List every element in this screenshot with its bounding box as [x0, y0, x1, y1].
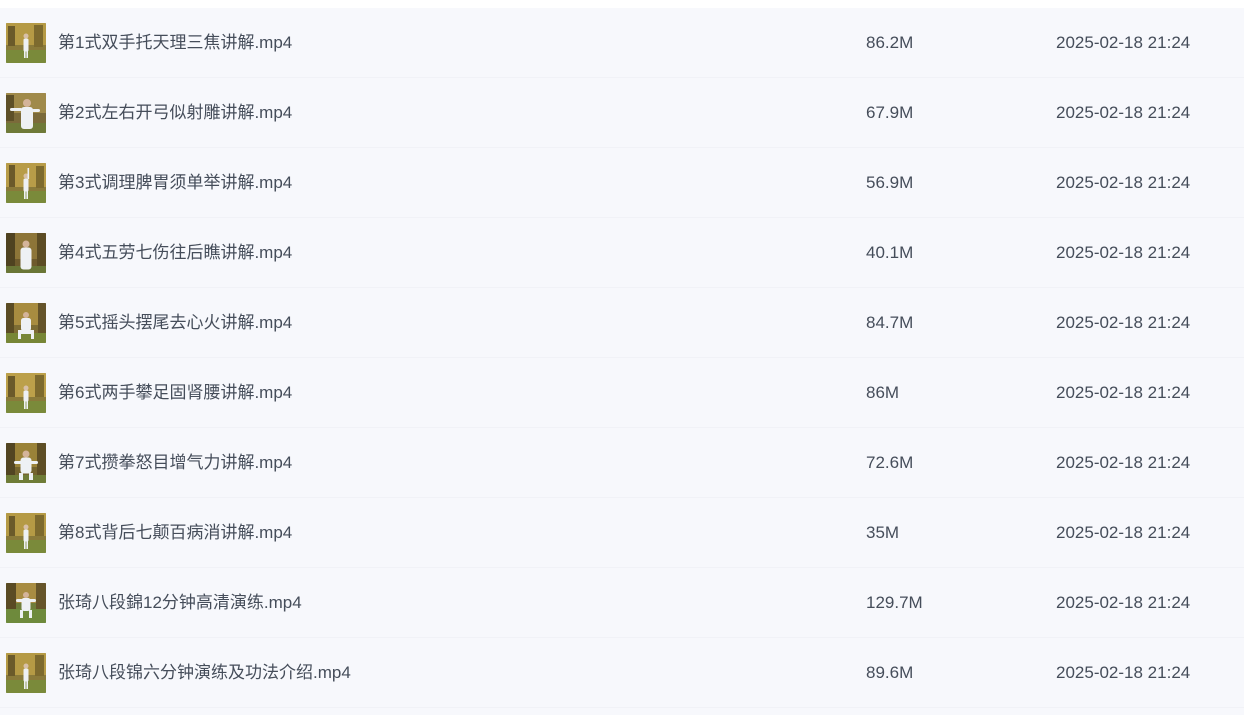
file-list: 第1式双手托天理三焦讲解.mp4 86.2M 2025-02-18 21:24 … — [0, 8, 1244, 715]
video-thumbnail-icon — [6, 443, 46, 483]
file-row[interactable]: 第2式左右开弓似射雕讲解.mp4 67.9M 2025-02-18 21:24 — [0, 78, 1244, 148]
file-name[interactable]: 第5式摇头摆尾去心火讲解.mp4 — [58, 288, 292, 358]
file-name[interactable]: 第7式攒拳怒目增气力讲解.mp4 — [58, 428, 292, 498]
file-size: 40.1M — [866, 243, 914, 262]
file-date: 2025-02-18 21:24 — [1056, 243, 1191, 262]
file-date: 2025-02-18 21:24 — [1056, 33, 1191, 52]
file-size: 84.7M — [866, 313, 914, 332]
file-row[interactable]: 第1式双手托天理三焦讲解.mp4 86.2M 2025-02-18 21:24 — [0, 8, 1244, 78]
file-name[interactable]: 张琦八段錦12分钟高清演练.mp4 — [58, 568, 302, 638]
file-name[interactable]: 第1式双手托天理三焦讲解.mp4 — [58, 8, 292, 78]
video-thumbnail-icon — [6, 653, 46, 693]
file-row[interactable]: 张琦八段錦12分钟高清演练.mp4 129.7M 2025-02-18 21:2… — [0, 568, 1244, 638]
file-row[interactable]: 第8式背后七颠百病消讲解.mp4 35M 2025-02-18 21:24 — [0, 498, 1244, 568]
file-row[interactable]: 第5式摇头摆尾去心火讲解.mp4 84.7M 2025-02-18 21:24 — [0, 288, 1244, 358]
file-row[interactable]: 第4式五劳七伤往后瞧讲解.mp4 40.1M 2025-02-18 21:24 — [0, 218, 1244, 288]
file-name[interactable]: 第4式五劳七伤往后瞧讲解.mp4 — [58, 218, 292, 288]
video-thumbnail-icon — [6, 513, 46, 553]
file-size: 86M — [866, 383, 900, 402]
file-name[interactable]: 第2式左右开弓似射雕讲解.mp4 — [58, 78, 292, 148]
video-thumbnail-icon — [6, 23, 46, 63]
file-date: 2025-02-18 21:24 — [1056, 173, 1191, 192]
file-name[interactable]: 第3式调理脾胃须单举讲解.mp4 — [58, 148, 292, 218]
file-size: 72.6M — [866, 453, 914, 472]
file-name[interactable]: 第8式背后七颠百病消讲解.mp4 — [58, 498, 292, 568]
file-size: 129.7M — [866, 593, 923, 612]
file-row[interactable]: 第3式调理脾胃须单举讲解.mp4 56.9M 2025-02-18 21:24 — [0, 148, 1244, 218]
file-date: 2025-02-18 21:24 — [1056, 103, 1191, 122]
file-size: 35M — [866, 523, 900, 542]
file-name[interactable]: 第6式两手攀足固肾腰讲解.mp4 — [58, 358, 292, 428]
file-size: 56.9M — [866, 173, 914, 192]
file-row[interactable]: 张琦八段锦六分钟演练及功法介绍.mp4 89.6M 2025-02-18 21:… — [0, 638, 1244, 708]
file-date: 2025-02-18 21:24 — [1056, 593, 1191, 612]
file-size: 89.6M — [866, 663, 914, 682]
file-date: 2025-02-18 21:24 — [1056, 523, 1191, 542]
file-size: 86.2M — [866, 33, 914, 52]
video-thumbnail-icon — [6, 163, 46, 203]
video-thumbnail-icon — [6, 303, 46, 343]
video-thumbnail-icon — [6, 373, 46, 413]
file-date: 2025-02-18 21:24 — [1056, 383, 1191, 402]
file-row[interactable]: 第6式两手攀足固肾腰讲解.mp4 86M 2025-02-18 21:24 — [0, 358, 1244, 428]
video-thumbnail-icon — [6, 233, 46, 273]
file-row[interactable]: 第7式攒拳怒目增气力讲解.mp4 72.6M 2025-02-18 21:24 — [0, 428, 1244, 498]
video-thumbnail-icon — [6, 93, 46, 133]
file-date: 2025-02-18 21:24 — [1056, 453, 1191, 472]
file-size: 67.9M — [866, 103, 914, 122]
file-date: 2025-02-18 21:24 — [1056, 313, 1191, 332]
video-thumbnail-icon — [6, 583, 46, 623]
file-date: 2025-02-18 21:24 — [1056, 663, 1191, 682]
file-name[interactable]: 张琦八段锦六分钟演练及功法介绍.mp4 — [58, 638, 351, 708]
